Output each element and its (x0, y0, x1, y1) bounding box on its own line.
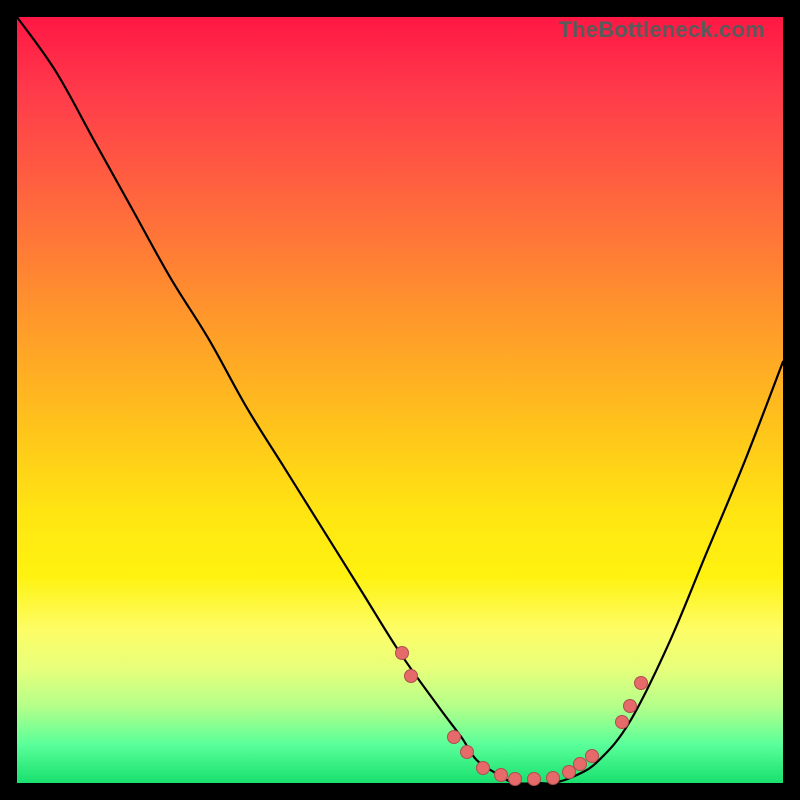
data-point (460, 745, 474, 759)
data-point (623, 699, 637, 713)
data-point (508, 772, 522, 786)
data-point (615, 715, 629, 729)
data-point (395, 646, 409, 660)
data-point (527, 772, 541, 786)
data-point (546, 771, 560, 785)
data-point (494, 768, 508, 782)
bottleneck-curve (17, 17, 783, 783)
data-point (447, 730, 461, 744)
data-point (476, 761, 490, 775)
data-point (634, 676, 648, 690)
plot-area: TheBottleneck.com (17, 17, 783, 783)
chart-frame: TheBottleneck.com (0, 0, 800, 800)
data-point (404, 669, 418, 683)
curve-layer (17, 17, 783, 783)
data-point (585, 749, 599, 763)
